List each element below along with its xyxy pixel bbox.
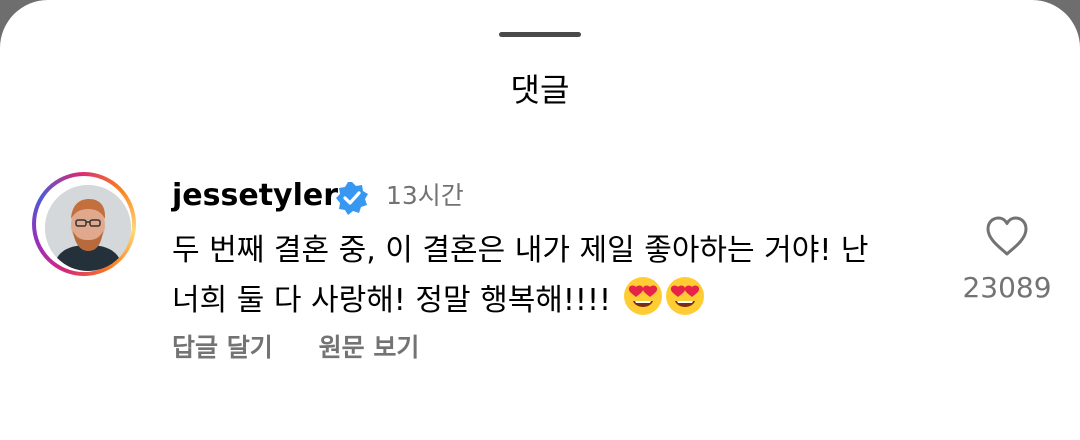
reply-button[interactable]: 답글 달기 [172,333,273,362]
comment-actions: 답글 달기 원문 보기 [172,330,457,366]
heart-eyes-emoji-icon [665,277,704,315]
like-count: 23089 [962,271,1052,304]
comment-text: 두 번째 결혼 중, 이 결혼은 내가 제일 좋아하는 거야! 난 너희 둘 다… [172,226,932,326]
sheet-title: 댓글 [510,71,570,109]
drag-handle[interactable] [499,32,581,37]
see-translation-button[interactable]: 원문 보기 [319,333,420,362]
heart-eyes-emoji-icon [623,277,662,315]
avatar-photo [45,185,131,271]
avatar[interactable] [32,172,136,276]
comment-username[interactable]: jessetyler [172,176,338,216]
verified-badge-icon [336,182,368,215]
comments-sheet: 댓글 jessetyler 13시간 두 번째 결혼 중, 이 결혼은 내가 제… [0,0,1080,440]
comment-timestamp: 13시간 [386,181,464,210]
comment-body: 두 번째 결혼 중, 이 결혼은 내가 제일 좋아하는 거야! 난 너희 둘 다… [172,233,869,318]
heart-icon[interactable] [984,214,1030,258]
